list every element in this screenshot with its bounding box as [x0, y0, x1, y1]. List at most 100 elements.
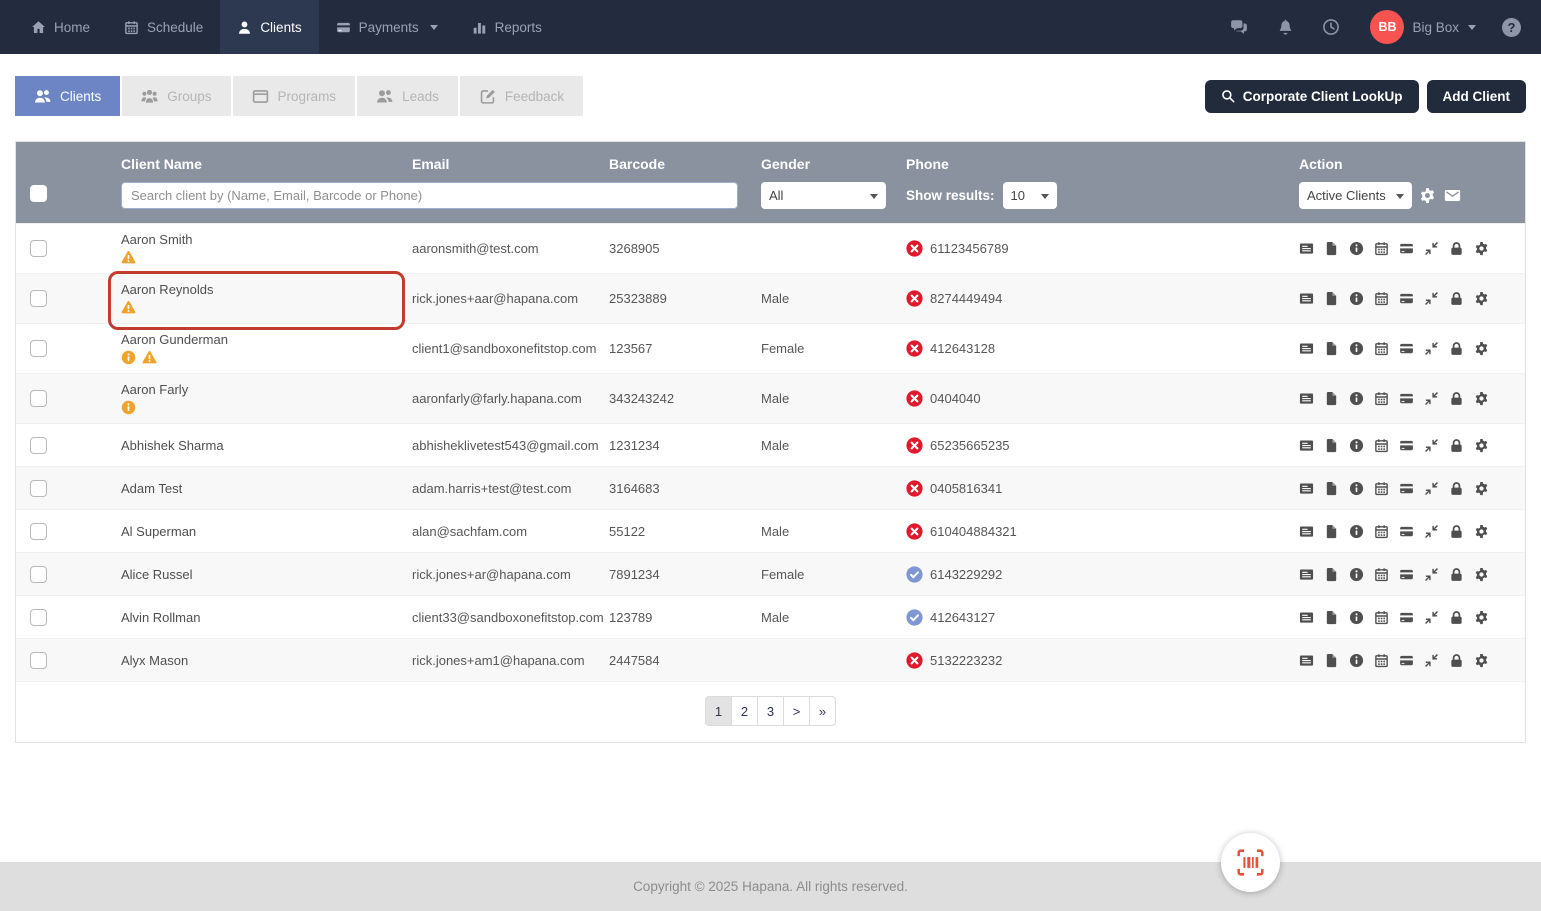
chat-button[interactable] — [1216, 18, 1262, 36]
client-name[interactable]: Al Superman — [121, 524, 196, 539]
file-icon[interactable] — [1324, 567, 1339, 582]
credit-card-icon[interactable] — [1399, 391, 1414, 406]
calendar-icon[interactable] — [1374, 438, 1389, 453]
compress-icon[interactable] — [1424, 291, 1439, 306]
gear-icon[interactable] — [1474, 438, 1489, 453]
calendar-icon[interactable] — [1374, 291, 1389, 306]
gear-icon[interactable] — [1474, 241, 1489, 256]
compress-icon[interactable] — [1424, 653, 1439, 668]
compress-icon[interactable] — [1424, 524, 1439, 539]
credit-card-icon[interactable] — [1399, 524, 1414, 539]
compress-icon[interactable] — [1424, 241, 1439, 256]
credit-card-icon[interactable] — [1399, 241, 1414, 256]
pagination-page->[interactable]: > — [783, 696, 810, 726]
client-name[interactable]: Abhishek Sharma — [121, 438, 224, 453]
nav-item-payments[interactable]: Payments — [319, 0, 455, 54]
client-name[interactable]: Aaron Smith — [121, 232, 193, 247]
gear-icon[interactable] — [1474, 524, 1489, 539]
calendar-icon[interactable] — [1374, 341, 1389, 356]
file-icon[interactable] — [1324, 341, 1339, 356]
compress-icon[interactable] — [1424, 438, 1439, 453]
client-name[interactable]: Aaron Reynolds — [121, 282, 214, 297]
row-checkbox[interactable] — [30, 340, 47, 357]
compress-icon[interactable] — [1424, 610, 1439, 625]
gear-icon[interactable] — [1474, 391, 1489, 406]
info-action-icon[interactable] — [1349, 291, 1364, 306]
status-filter-select[interactable]: Active Clients — [1299, 182, 1412, 209]
info-action-icon[interactable] — [1349, 610, 1364, 625]
barcode-scan-button[interactable] — [1221, 833, 1280, 892]
info-action-icon[interactable] — [1349, 567, 1364, 582]
row-checkbox[interactable] — [30, 436, 47, 454]
gear-icon[interactable] — [1474, 291, 1489, 306]
tab-programs[interactable]: Programs — [232, 76, 356, 116]
file-icon[interactable] — [1324, 610, 1339, 625]
tab-clients[interactable]: Clients — [15, 76, 121, 116]
lock-icon[interactable] — [1449, 524, 1464, 539]
info-action-icon[interactable] — [1349, 481, 1364, 496]
file-icon[interactable] — [1324, 241, 1339, 256]
lock-icon[interactable] — [1449, 481, 1464, 496]
tab-leads[interactable]: Leads — [357, 76, 458, 116]
file-icon[interactable] — [1324, 653, 1339, 668]
notifications-button[interactable] — [1262, 18, 1308, 36]
lock-icon[interactable] — [1449, 567, 1464, 582]
calendar-icon[interactable] — [1374, 567, 1389, 582]
membership-icon[interactable] — [1299, 481, 1314, 496]
gender-filter-select[interactable]: All — [761, 182, 886, 209]
file-icon[interactable] — [1324, 291, 1339, 306]
lock-icon[interactable] — [1449, 341, 1464, 356]
gear-icon[interactable] — [1474, 481, 1489, 496]
row-checkbox[interactable] — [30, 479, 47, 497]
row-checkbox[interactable] — [30, 651, 47, 669]
row-checkbox[interactable] — [30, 290, 47, 307]
avatar[interactable]: BB — [1370, 10, 1405, 44]
row-checkbox[interactable] — [30, 240, 47, 257]
info-action-icon[interactable] — [1349, 341, 1364, 356]
file-icon[interactable] — [1324, 524, 1339, 539]
client-name[interactable]: Adam Test — [121, 481, 182, 496]
client-name[interactable]: Alice Russel — [121, 567, 193, 582]
info-action-icon[interactable] — [1349, 241, 1364, 256]
credit-card-icon[interactable] — [1399, 341, 1414, 356]
calendar-icon[interactable] — [1374, 241, 1389, 256]
compress-icon[interactable] — [1424, 481, 1439, 496]
gear-icon[interactable] — [1474, 341, 1489, 356]
info-action-icon[interactable] — [1349, 438, 1364, 453]
file-icon[interactable] — [1324, 438, 1339, 453]
compress-icon[interactable] — [1424, 391, 1439, 406]
lock-icon[interactable] — [1449, 391, 1464, 406]
membership-icon[interactable] — [1299, 391, 1314, 406]
info-action-icon[interactable] — [1349, 653, 1364, 668]
calendar-icon[interactable] — [1374, 391, 1389, 406]
file-icon[interactable] — [1324, 481, 1339, 496]
lock-icon[interactable] — [1449, 241, 1464, 256]
credit-card-icon[interactable] — [1399, 481, 1414, 496]
row-checkbox[interactable] — [30, 390, 47, 407]
calendar-icon[interactable] — [1374, 481, 1389, 496]
info-action-icon[interactable] — [1349, 391, 1364, 406]
lock-icon[interactable] — [1449, 653, 1464, 668]
credit-card-icon[interactable] — [1399, 610, 1414, 625]
tab-groups[interactable]: Groups — [122, 76, 231, 116]
corporate-client-lookup-button[interactable]: Corporate Client LookUp — [1204, 79, 1419, 113]
search-input[interactable] — [121, 182, 738, 209]
pagination-page-»[interactable]: » — [809, 696, 836, 726]
nav-item-schedule[interactable]: Schedule — [107, 0, 220, 54]
credit-card-icon[interactable] — [1399, 291, 1414, 306]
pagination-page-3[interactable]: 3 — [757, 696, 784, 726]
client-name[interactable]: Alvin Rollman — [121, 610, 200, 625]
select-all-checkbox[interactable] — [30, 184, 47, 202]
tab-feedback[interactable]: Feedback — [459, 76, 584, 116]
pagination-page-1[interactable]: 1 — [705, 696, 732, 726]
membership-icon[interactable] — [1299, 291, 1314, 306]
client-name[interactable]: Alyx Mason — [121, 653, 188, 668]
membership-icon[interactable] — [1299, 438, 1314, 453]
add-client-button[interactable]: Add Client — [1426, 79, 1526, 113]
membership-icon[interactable] — [1299, 567, 1314, 582]
client-name[interactable]: Aaron Gunderman — [121, 332, 228, 347]
row-checkbox[interactable] — [30, 608, 47, 626]
membership-icon[interactable] — [1299, 653, 1314, 668]
lock-icon[interactable] — [1449, 291, 1464, 306]
client-name[interactable]: Aaron Farly — [121, 382, 188, 397]
